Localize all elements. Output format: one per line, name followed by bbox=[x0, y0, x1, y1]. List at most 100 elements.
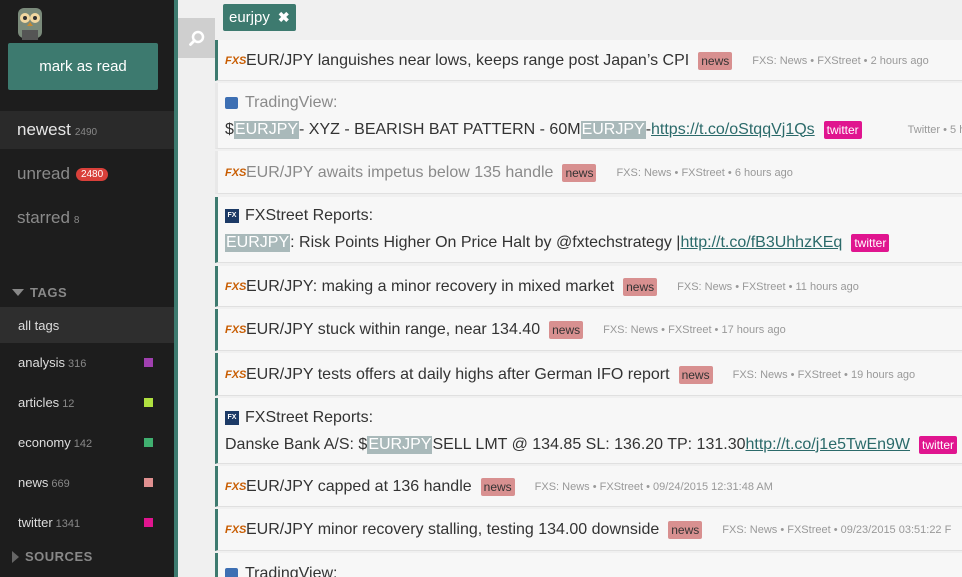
item-meta: FXS: News • FXStreet • 2 hours ago bbox=[752, 54, 929, 67]
tradingview-icon bbox=[225, 96, 238, 109]
active-filter-pill[interactable]: eurjpy ✖ bbox=[223, 4, 296, 31]
tag-badge[interactable]: news bbox=[698, 51, 733, 70]
tag-economy[interactable]: economy 142 bbox=[0, 424, 174, 460]
tag-label: twitter bbox=[18, 514, 53, 530]
highlight: EURJPY bbox=[580, 120, 646, 139]
feed-item[interactable]: FXS EUR/JPY: making a minor recovery in … bbox=[215, 266, 962, 307]
tag-analysis[interactable]: analysis 316 bbox=[0, 344, 174, 380]
unread-count-badge: 2480 bbox=[75, 167, 109, 181]
tag-label: analysis bbox=[18, 354, 65, 370]
tag-color-swatch[interactable] bbox=[144, 517, 153, 527]
feed-item[interactable]: TradingView: $ EURJPY - XYZ - BEARISH BAT… bbox=[215, 83, 962, 149]
tag-news[interactable]: news 669 bbox=[0, 464, 174, 500]
feed-item[interactable]: FXS EUR/JPY awaits impetus below 135 han… bbox=[215, 151, 962, 194]
fxstreet-icon: FXS bbox=[225, 323, 247, 336]
nav-newest[interactable]: newest 2490 bbox=[0, 111, 174, 149]
item-title: EUR/JPY stuck within range, near 134.40 bbox=[246, 320, 541, 338]
tags-heading: TAGS bbox=[30, 285, 68, 300]
nav-unread[interactable]: unread 2480 bbox=[0, 155, 174, 193]
tag-label: all tags bbox=[18, 317, 60, 333]
collapse-triangle-icon bbox=[12, 289, 24, 296]
item-meta: FXS: News • FXStreet • 09/23/2015 03:51:… bbox=[722, 523, 952, 536]
close-icon[interactable]: ✖ bbox=[278, 9, 290, 26]
tag-twitter[interactable]: twitter 1341 bbox=[0, 504, 174, 540]
nav-starred[interactable]: starred 8 bbox=[0, 199, 174, 237]
search-icon bbox=[188, 30, 204, 46]
tag-label: economy bbox=[18, 434, 71, 450]
item-link[interactable]: https://t.co/oStqqVj1Qs bbox=[651, 121, 815, 139]
feed-item[interactable]: FX FXStreet Reports: EURJPY: Risk Points… bbox=[215, 197, 962, 263]
tradingview-icon bbox=[225, 567, 238, 577]
expand-triangle-icon bbox=[12, 550, 19, 563]
fxstreet-icon: FXS bbox=[225, 280, 247, 293]
tag-articles[interactable]: articles 12 bbox=[0, 384, 174, 420]
feed-item[interactable]: FXS EUR/JPY capped at 136 handle news FX… bbox=[215, 466, 962, 507]
nav-label: unread bbox=[17, 164, 70, 183]
item-author: FXStreet Reports: bbox=[245, 408, 374, 426]
nav-label: starred bbox=[17, 208, 70, 227]
tag-label: articles bbox=[18, 394, 60, 410]
fxstreet-reports-icon: FX bbox=[225, 410, 239, 425]
tag-label: news bbox=[18, 474, 49, 490]
item-title: EUR/JPY tests offers at daily highs afte… bbox=[246, 365, 670, 383]
sources-heading: SOURCES bbox=[25, 549, 93, 564]
nav-count: 2490 bbox=[74, 127, 98, 138]
tag-count: 669 bbox=[51, 478, 70, 490]
tag-badge[interactable]: news bbox=[562, 163, 597, 182]
tag-count: 142 bbox=[73, 438, 93, 450]
item-title: EUR/JPY: making a minor recovery in mixe… bbox=[246, 277, 615, 295]
feed-list: FXS EUR/JPY languishes near lows, keeps … bbox=[215, 38, 962, 577]
owl-logo-icon bbox=[18, 8, 42, 40]
fxstreet-icon: FXS bbox=[225, 523, 247, 536]
item-meta: FXS: News • FXStreet • 11 hours ago bbox=[677, 280, 859, 293]
nav-count: 8 bbox=[73, 215, 80, 226]
item-meta: Twitter • 5 h bbox=[907, 123, 962, 136]
tag-badge[interactable]: twitter bbox=[919, 435, 958, 454]
tag-count: 12 bbox=[62, 398, 75, 410]
nav-label: newest bbox=[17, 120, 71, 139]
highlight: EURJPY bbox=[225, 233, 291, 252]
feed-item[interactable]: FXS EUR/JPY minor recovery stalling, tes… bbox=[215, 509, 962, 551]
item-link[interactable]: http://t.co/j1e5TwEn9W bbox=[745, 436, 910, 454]
sidebar-divider bbox=[174, 0, 178, 577]
tag-badge[interactable]: news bbox=[668, 520, 703, 539]
tag-color-swatch[interactable] bbox=[144, 477, 153, 487]
feed-item[interactable]: FX FXStreet Reports: Danske Bank A/S: $ E… bbox=[215, 398, 962, 464]
tag-color-swatch[interactable] bbox=[144, 397, 153, 407]
highlight: EURJPY bbox=[233, 120, 300, 139]
fxstreet-icon: FXS bbox=[225, 480, 247, 493]
tag-color-swatch[interactable] bbox=[144, 437, 153, 447]
fxstreet-reports-icon: FX bbox=[225, 208, 239, 223]
feed-item[interactable]: FXS EUR/JPY tests offers at daily highs … bbox=[215, 353, 962, 396]
tag-badge[interactable]: twitter bbox=[823, 120, 862, 139]
sources-section-header[interactable]: SOURCES bbox=[12, 549, 93, 564]
fxstreet-icon: FXS bbox=[225, 166, 247, 179]
tag-badge[interactable]: news bbox=[480, 477, 515, 496]
filter-label: eurjpy bbox=[229, 9, 270, 26]
tag-badge[interactable]: news bbox=[678, 365, 713, 384]
tag-count: 316 bbox=[67, 358, 87, 370]
highlight: EURJPY bbox=[367, 435, 433, 454]
item-title: EUR/JPY languishes near lows, keeps rang… bbox=[246, 51, 690, 69]
item-title: EUR/JPY awaits impetus below 135 handle bbox=[246, 163, 554, 181]
mark-as-read-button[interactable]: mark as read bbox=[8, 43, 158, 90]
tag-count: 1341 bbox=[55, 518, 81, 530]
tags-section-header[interactable]: TAGS bbox=[12, 285, 67, 300]
feed-item[interactable]: FXS EUR/JPY stuck within range, near 134… bbox=[215, 309, 962, 351]
fxstreet-icon: FXS bbox=[225, 368, 247, 381]
item-text: - XYZ - BEARISH BAT PATTERN - 60M bbox=[299, 120, 581, 138]
item-meta: FXS: News • FXStreet • 17 hours ago bbox=[603, 323, 786, 336]
tag-badge[interactable]: news bbox=[549, 320, 584, 339]
tag-all-tags[interactable]: all tags bbox=[0, 307, 174, 343]
feed-item[interactable]: FXS EUR/JPY languishes near lows, keeps … bbox=[215, 40, 962, 81]
feed-item[interactable]: TradingView: bbox=[215, 553, 962, 577]
search-button[interactable] bbox=[178, 18, 215, 58]
item-author: TradingView: bbox=[245, 93, 338, 111]
item-link[interactable]: http://t.co/fB3UhhzKEq bbox=[680, 234, 842, 252]
item-text: SELL LMT @ 134.85 SL: 136.20 TP: 131.30 bbox=[432, 435, 746, 453]
tag-badge[interactable]: twitter bbox=[851, 233, 890, 252]
tag-badge[interactable]: news bbox=[623, 277, 658, 296]
fxstreet-icon: FXS bbox=[225, 54, 247, 67]
item-title: EUR/JPY minor recovery stalling, testing… bbox=[246, 520, 660, 538]
tag-color-swatch[interactable] bbox=[144, 357, 153, 367]
